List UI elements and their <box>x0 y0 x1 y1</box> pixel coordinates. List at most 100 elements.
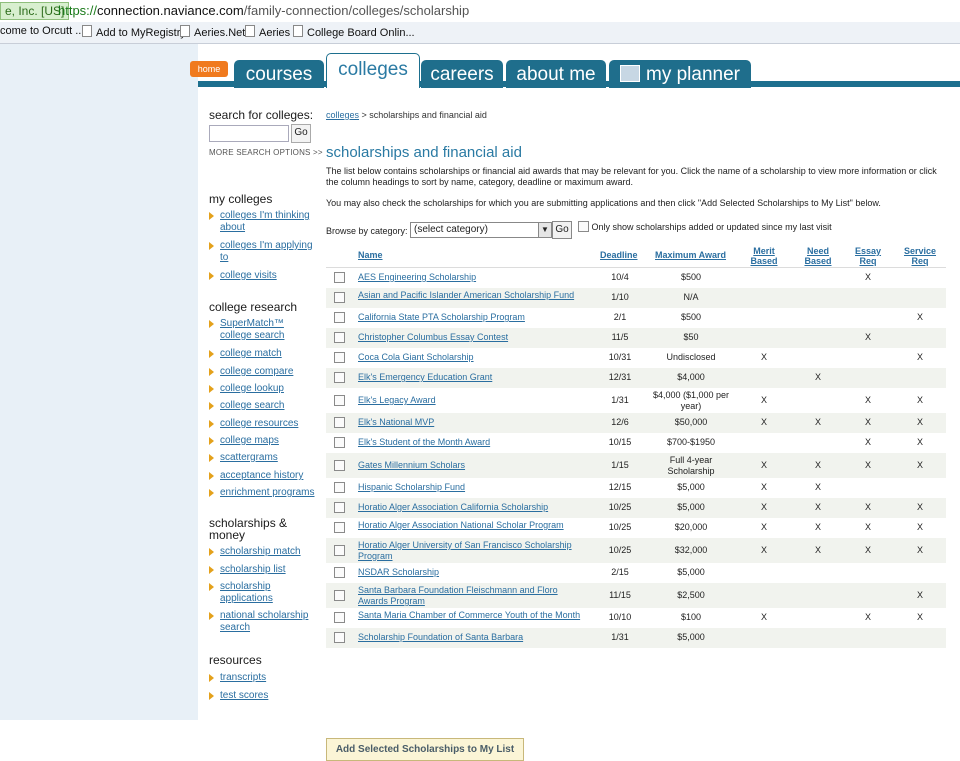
scholarship-name-link[interactable]: Elk's Emergency Education Grant <box>358 372 583 383</box>
scholarship-name-link[interactable]: Asian and Pacific Islander American Scho… <box>358 290 583 301</box>
home-tab[interactable]: home <box>190 61 228 77</box>
tab-careers[interactable]: careers <box>421 60 503 88</box>
scholarship-name-link[interactable]: Horatio Alger Association National Schol… <box>358 520 583 531</box>
sidebar-link[interactable]: scholarship applications <box>220 581 318 605</box>
arrow-icon <box>209 566 214 574</box>
sidebar-link[interactable]: colleges I'm thinking about <box>220 210 318 234</box>
search-go-button[interactable]: Go <box>291 124 311 143</box>
sidebar-link[interactable]: college match <box>220 348 318 360</box>
scholarship-name-link[interactable]: Elk's Legacy Award <box>358 395 583 406</box>
scholarship-name-link[interactable]: Santa Maria Chamber of Commerce Youth of… <box>358 610 583 621</box>
essay-req-cell: X <box>864 612 871 622</box>
row-checkbox[interactable] <box>334 460 345 471</box>
merit-based-cell: X <box>760 482 767 492</box>
breadcrumb-colleges-link[interactable]: colleges <box>326 110 359 120</box>
sidebar-link[interactable]: scattergrams <box>220 452 318 464</box>
deadline-cell: 10/25 <box>608 502 632 512</box>
sidebar-link[interactable]: college compare <box>220 366 318 378</box>
max-award-cell: Full 4-year Scholarship <box>667 455 715 476</box>
column-header-essay-req[interactable]: Essay Req <box>855 246 881 266</box>
row-checkbox[interactable] <box>334 522 345 533</box>
sidebar-link[interactable]: acceptance history <box>220 470 318 482</box>
column-header-service-req[interactable]: Service Req <box>901 246 939 266</box>
tab-courses[interactable]: courses <box>234 60 324 88</box>
bookmark-item[interactable]: Add to MyRegistry <box>82 25 186 39</box>
table-row: AES Engineering Scholarship 10/4 $500 X <box>326 268 946 288</box>
arrow-icon <box>209 350 214 358</box>
column-header-maximum-award[interactable]: Maximum Award <box>655 250 726 260</box>
bookmark-item[interactable]: Aeries.Net <box>180 25 245 39</box>
my-colleges-heading: my colleges <box>209 192 273 206</box>
column-header-name[interactable]: Name <box>358 250 383 260</box>
scholarship-name-link[interactable]: AES Engineering Scholarship <box>358 272 583 283</box>
sidebar-link[interactable]: test scores <box>220 690 318 702</box>
row-checkbox[interactable] <box>334 482 345 493</box>
scholarship-name-link[interactable]: NSDAR Scholarship <box>358 567 583 578</box>
scholarship-name-link[interactable]: Elk's Student of the Month Award <box>358 437 583 448</box>
scholarship-name-link[interactable]: Coca Cola Giant Scholarship <box>358 352 583 363</box>
sidebar-link[interactable]: colleges I'm applying to <box>220 240 318 264</box>
row-checkbox[interactable] <box>334 395 345 406</box>
column-header-merit-based[interactable]: Merit Based <box>750 246 778 266</box>
add-selected-scholarships-button[interactable]: Add Selected Scholarships to My List <box>326 738 524 761</box>
tab-colleges[interactable]: colleges <box>326 53 420 88</box>
need-based-cell: X <box>814 460 821 470</box>
row-checkbox[interactable] <box>334 272 345 283</box>
category-go-button[interactable]: Go <box>552 221 572 239</box>
scholarship-name-link[interactable]: Horatio Alger Association California Sch… <box>358 502 583 513</box>
sidebar-link[interactable]: SuperMatch™ college search <box>220 318 318 342</box>
table-row: Elk's National MVP 12/6 $50,000 X X X X <box>326 413 946 433</box>
tab-about-me[interactable]: about me <box>506 60 606 88</box>
sidebar-link[interactable]: transcripts <box>220 672 318 684</box>
scholarship-name-link[interactable]: Gates Millennium Scholars <box>358 460 583 471</box>
row-checkbox[interactable] <box>334 332 345 343</box>
row-checkbox[interactable] <box>334 417 345 428</box>
sidebar-link[interactable]: scholarship match <box>220 546 318 558</box>
address-bar[interactable]: e, Inc. [US] https://connection.naviance… <box>0 0 960 23</box>
scholarship-name-link[interactable]: California State PTA Scholarship Program <box>358 312 583 323</box>
row-checkbox[interactable] <box>334 312 345 323</box>
row-checkbox[interactable] <box>334 590 345 601</box>
column-header-deadline[interactable]: Deadline <box>600 250 638 260</box>
scholarships-money-heading: scholarships & money <box>209 516 288 542</box>
scholarship-name-link[interactable]: Scholarship Foundation of Santa Barbara <box>358 632 583 643</box>
bookmark-item[interactable]: College Board Onlin... <box>293 25 415 39</box>
row-checkbox[interactable] <box>334 352 345 363</box>
table-row: Gates Millennium Scholars 1/15 Full 4-year… <box>326 453 946 478</box>
arrow-icon <box>209 583 214 591</box>
row-checkbox[interactable] <box>334 372 345 383</box>
bookmark-item[interactable]: Aeries <box>245 25 290 39</box>
bookmark-item[interactable]: come to Orcutt ... <box>0 25 84 37</box>
sidebar-link[interactable]: enrichment programs <box>220 487 318 499</box>
only-show-checkbox[interactable] <box>578 221 589 232</box>
scholarship-name-link[interactable]: Hispanic Scholarship Fund <box>358 482 583 493</box>
max-award-cell: $5,000 <box>677 632 705 642</box>
row-checkbox[interactable] <box>334 632 345 643</box>
scholarship-name-link[interactable]: Christopher Columbus Essay Contest <box>358 332 583 343</box>
bookmark-label: Aeries <box>259 27 291 39</box>
sidebar-link[interactable]: college lookup <box>220 383 318 395</box>
row-checkbox[interactable] <box>334 437 345 448</box>
sidebar-link[interactable]: college resources <box>220 418 318 430</box>
column-header-need-based[interactable]: Need Based <box>803 246 833 266</box>
scholarship-name-link[interactable]: Elk's National MVP <box>358 417 583 428</box>
sidebar-link[interactable]: college maps <box>220 435 318 447</box>
scholarship-name-link[interactable]: Santa Barbara Foundation Fleischmann and… <box>358 585 583 607</box>
row-checkbox[interactable] <box>334 292 345 303</box>
arrow-icon <box>209 212 214 220</box>
sidebar-link[interactable]: college visits <box>220 270 318 282</box>
tab-my-planner[interactable]: my planner <box>609 60 751 88</box>
category-select[interactable]: (select category) ▼ <box>410 222 552 238</box>
row-checkbox[interactable] <box>334 612 345 623</box>
sidebar-link[interactable]: college search <box>220 400 318 412</box>
sidebar-link[interactable]: national scholarship search <box>220 610 318 634</box>
more-search-options-link[interactable]: MORE SEARCH OPTIONS >> <box>209 148 323 157</box>
college-search-input[interactable] <box>209 125 289 142</box>
row-checkbox[interactable] <box>334 567 345 578</box>
sidebar-link[interactable]: scholarship list <box>220 564 318 576</box>
row-checkbox[interactable] <box>334 502 345 513</box>
url-text[interactable]: https://connection.naviance.com/family-c… <box>58 3 469 18</box>
row-checkbox[interactable] <box>334 545 345 556</box>
merit-based-cell: X <box>760 522 767 532</box>
scholarship-name-link[interactable]: Horatio Alger University of San Francisc… <box>358 540 583 562</box>
